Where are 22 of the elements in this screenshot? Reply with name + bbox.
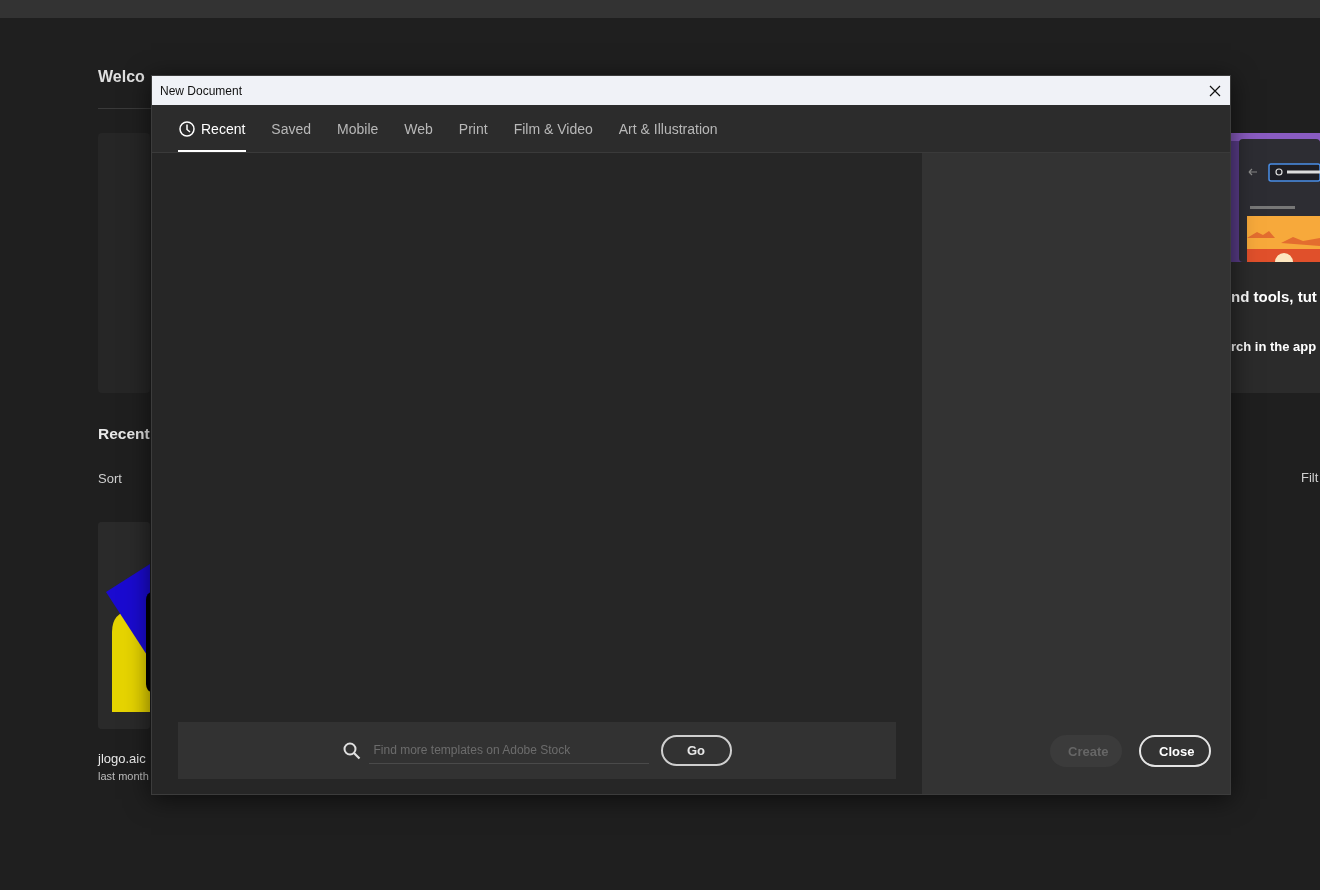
clock-icon (179, 120, 195, 137)
file-date: last month (98, 770, 149, 782)
filter-label[interactable]: Filt (1301, 470, 1320, 485)
dialog-button[interactable]: Close (1139, 735, 1211, 767)
dialog-title: New Document (160, 83, 243, 98)
search-field[interactable]: Find more templates on Adobe Stock (368, 737, 649, 764)
tab[interactable]: Web (403, 105, 434, 152)
tab[interactable]: Film & Video (512, 105, 594, 152)
banner-link[interactable]: rch in the app (1231, 339, 1320, 354)
sort-label[interactable]: Sort (98, 471, 122, 486)
tab[interactable]: Saved (270, 105, 313, 152)
tab[interactable]: Art & Illustration (617, 105, 719, 152)
close-icon[interactable] (1209, 84, 1221, 97)
file-name: jlogo.aic (98, 751, 146, 766)
go-button[interactable]: Go (660, 735, 732, 766)
search-icon (342, 741, 361, 760)
banner-title: nd tools, tut (1231, 288, 1318, 305)
tab[interactable]: Recent (178, 105, 247, 152)
recent-heading: Recent (98, 425, 150, 443)
welcome-heading: Welco (98, 68, 145, 87)
tab[interactable]: Print (457, 105, 489, 152)
tab[interactable]: Mobile (336, 105, 380, 152)
